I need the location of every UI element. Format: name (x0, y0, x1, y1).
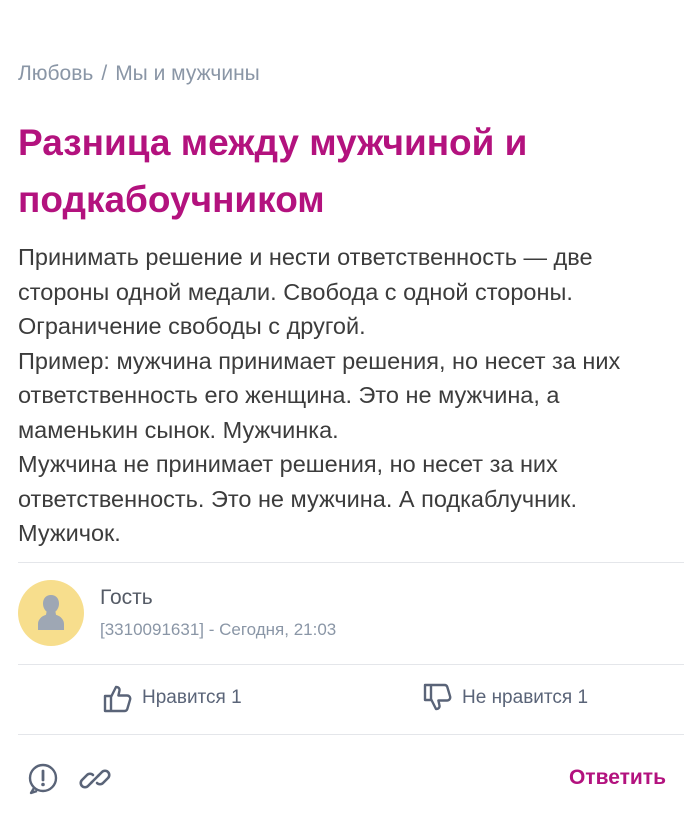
divider (18, 562, 684, 563)
author-meta: [3310091631] - Сегодня, 21:03 (100, 620, 337, 639)
breadcrumb-separator: / (101, 62, 108, 85)
copy-link-button[interactable] (78, 762, 112, 801)
reactions-bar: Нравится 1 Не нравится 1 (0, 676, 700, 722)
author-block: Гость [3310091631] - Сегодня, 21:03 (18, 580, 336, 646)
avatar[interactable] (18, 580, 84, 646)
article-paragraph: Мужчина не принимает решения, но несет з… (18, 451, 577, 546)
comment-footer: Ответить (0, 758, 700, 802)
report-button[interactable] (26, 762, 60, 801)
article-paragraph: Принимать решение и нести ответственност… (18, 244, 593, 339)
divider (18, 664, 684, 665)
article-paragraph: Пример: мужчина принимает решения, но не… (18, 347, 621, 443)
chain-link-icon (79, 769, 111, 789)
article-body: Принимать решение и нести ответственност… (18, 240, 683, 551)
breadcrumb: Любовь / Мы и мужчины (18, 62, 260, 86)
like-count-label: Нравится 1 (142, 687, 242, 708)
dislike-count-label: Не нравится 1 (462, 687, 589, 708)
like-button[interactable]: Нравится 1 (102, 682, 242, 714)
breadcrumb-item-we-and-men[interactable]: Мы и мужчины (115, 62, 260, 86)
page-title: Разница между мужчиной и подкабоучником (18, 122, 528, 220)
exclamation-circle-icon (28, 763, 58, 795)
divider (18, 734, 684, 735)
reply-button[interactable]: Ответить (569, 766, 666, 790)
thumbs-up-icon (103, 685, 132, 713)
breadcrumb-item-love[interactable]: Любовь (18, 62, 93, 86)
dislike-button[interactable]: Не нравится 1 (422, 682, 588, 714)
author-name[interactable]: Гость (100, 586, 336, 610)
user-silhouette-icon (38, 595, 64, 630)
thumbs-down-icon (423, 683, 452, 711)
